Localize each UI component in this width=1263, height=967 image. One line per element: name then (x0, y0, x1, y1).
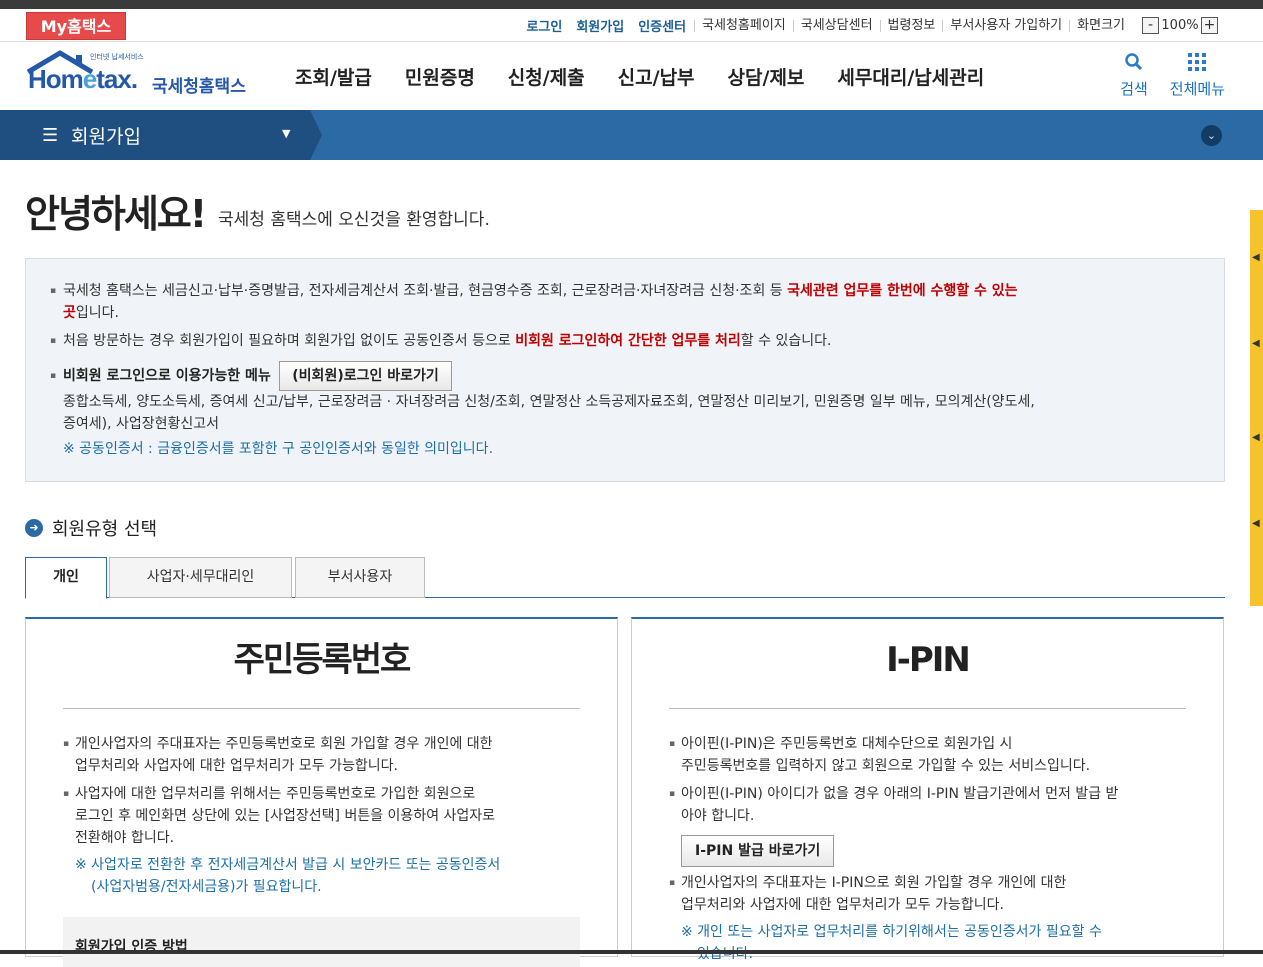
ipin-bullet-1: 아이핀(I-PIN)은 주민등록번호 대체수단으로 회원가입 시주민등록번호를 … (669, 733, 1090, 777)
zoom-control: - 100% + (1142, 17, 1218, 34)
law-info-link[interactable]: 법령정보 (879, 19, 943, 32)
triangle-left-icon: ◀ (1252, 338, 1260, 349)
resident-bullet-1: 개인사업자의 주대표자는 주민등록번호로 회원 가입할 경우 개인에 대한업무처… (63, 733, 493, 777)
breadcrumb-bar: ☰ 회원가입 ▼ ⌄ (0, 110, 1263, 160)
hometax-logo[interactable]: 인터넷 납세서비스 Hometax. 국세청홈택스 (24, 50, 254, 102)
header-icons: 검색 전체메뉴 (1098, 52, 1225, 99)
auth-method-box: 회원가입 인증 방법 (63, 917, 580, 967)
zoom-level: 100% (1161, 18, 1199, 33)
chevron-down-circle-icon[interactable]: ⌄ (1201, 125, 1222, 146)
search-icon (1125, 53, 1143, 71)
full-menu-label: 전체메뉴 (1169, 80, 1225, 98)
triangle-left-icon: ◀ (1252, 252, 1260, 263)
cert-center-link[interactable]: 인증센터 (638, 16, 686, 35)
window-bottom-edge (0, 950, 1263, 954)
divider (63, 708, 580, 709)
ipin-note: ※ 개인 또는 사업자로 업무처리를 하기위해서는 공동인증서가 필요할 수 있습… (681, 924, 1102, 962)
my-hometax-button[interactable]: My홈택스 (26, 12, 126, 40)
breadcrumb-arrow (310, 110, 322, 160)
breadcrumb-title[interactable]: 회원가입 (71, 122, 141, 149)
nav-civil-certificates[interactable]: 민원증명 (405, 63, 475, 90)
resident-number-card: 주민등록번호 개인사업자의 주대표자는 주민등록번호로 회원 가입할 경우 개인… (25, 617, 618, 967)
zoom-in-button[interactable]: + (1201, 17, 1218, 34)
info-bullet-3: 비회원 로그인으로 이용가능한 메뉴 (비회원)로그인 바로가기 (50, 360, 452, 392)
member-type-section-title: ➜ 회원유형 선택 (25, 515, 157, 541)
resident-number-title: 주민등록번호 (233, 640, 412, 680)
logo-korean-name: 국세청홈택스 (152, 77, 246, 97)
nav-apply-submit[interactable]: 신청/제출 (508, 63, 585, 90)
info-bullet-2: 처음 방문하는 경우 회원가입이 필요하며 회원가입 없이도 공동인증서 등으로… (50, 330, 831, 352)
ipin-title: I-PIN (886, 640, 971, 680)
auth-method-title: 회원가입 인증 방법 (75, 939, 188, 955)
member-type-tabs: 개인 사업자·세무대리인 부서사용자 (25, 557, 1225, 599)
nonmember-login-button[interactable]: (비회원)로그인 바로가기 (279, 361, 452, 391)
info-bullet-1: 국세청 홈택스는 세금신고·납부·증명발급, 전자세금계산서 조회·발급, 현금… (50, 280, 1213, 324)
resident-bullet-2: 사업자에 대한 업무처리를 위해서는 주민등록번호로 가입한 회원으로로그인 후… (63, 783, 495, 849)
main-header: 인터넷 납세서비스 Hometax. 국세청홈택스 조회/발급 민원증명 신청/… (0, 42, 1263, 110)
nts-homepage-link[interactable]: 국세청홈페이지 (694, 19, 793, 32)
triangle-left-icon: ◀ (1252, 518, 1260, 529)
nonmember-menu-label: 비회원 로그인으로 이용가능한 메뉴 (63, 368, 271, 384)
arrow-right-circle-icon: ➜ (25, 519, 43, 537)
divider (669, 708, 1186, 709)
nav-report-pay[interactable]: 신고/납부 (618, 63, 695, 90)
resident-note: ※ 사업자로 전환한 후 전자세금계산서 발급 시 보안카드 또는 공동인증서(… (75, 857, 501, 895)
greeting-subtitle: 국세청 홈택스에 오신것을 환영합니다. (218, 210, 490, 230)
ipin-card: I-PIN 아이핀(I-PIN)은 주민등록번호 대체수단으로 회원가입 시주민… (631, 617, 1224, 962)
nav-tax-agent[interactable]: 세무대리/납세관리 (837, 63, 984, 90)
nav-consult-report[interactable]: 상담/제보 (728, 63, 805, 90)
greeting-title: 안녕하세요! (25, 192, 207, 236)
full-menu-button[interactable]: 전체메뉴 (1170, 52, 1225, 99)
cert-note: ※ 공동인증서 : 금융인증서를 포함한 구 공인인증서와 동일한 의미입니다. (63, 441, 494, 457)
side-quick-tab[interactable]: ◀ ◀ ◀ ◀ (1250, 210, 1263, 606)
top-links: 로그인 회원가입 인증센터 국세청홈페이지 국세상담센터 법령정보 부서사용자 … (512, 9, 1218, 42)
zoom-out-button[interactable]: - (1142, 17, 1159, 34)
tab-individual[interactable]: 개인 (25, 557, 107, 599)
signup-link[interactable]: 회원가입 (576, 16, 624, 35)
ipin-bullet-3: 개인사업자의 주대표자는 I-PIN으로 회원 가입할 경우 개인에 대한업무처… (669, 872, 1066, 916)
caret-down-icon[interactable]: ▼ (282, 127, 290, 140)
logo-subtitle: 인터넷 납세서비스 (90, 53, 144, 61)
search-button[interactable]: 검색 (1120, 52, 1148, 99)
ipin-bullet-2: 아이핀(I-PIN) 아이디가 없을 경우 아래의 I-PIN 발급기관에서 먼… (669, 783, 1118, 827)
hamburger-icon[interactable]: ☰ (42, 125, 58, 146)
triangle-left-icon: ◀ (1252, 432, 1260, 443)
top-utility-bar: My홈택스 로그인 회원가입 인증센터 국세청홈페이지 국세상담센터 법령정보 … (0, 9, 1263, 42)
browser-top-strip (0, 0, 1263, 9)
main-navigation: 조회/발급 민원증명 신청/제출 신고/납부 상담/제보 세무대리/납세관리 (295, 42, 1017, 110)
nonmember-menu-list: 종합소득세, 양도소득세, 증여세 신고/납부, 근로장려금 · 자녀장려금 신… (63, 394, 1035, 432)
intro-info-box: 국세청 홈택스는 세금신고·납부·증명발급, 전자세금계산서 조회·발급, 현금… (25, 258, 1225, 482)
screen-size-label: 화면크기 (1069, 19, 1132, 32)
ipin-issue-button[interactable]: I-PIN 발급 바로가기 (681, 835, 835, 867)
search-label: 검색 (1120, 80, 1148, 98)
tax-consult-link[interactable]: 국세상담센터 (792, 19, 880, 32)
login-link[interactable]: 로그인 (526, 16, 562, 35)
tab-dept-user[interactable]: 부서사용자 (295, 557, 425, 598)
dept-user-signup-link[interactable]: 부서사용자 가입하기 (942, 19, 1069, 32)
grid-menu-icon (1188, 53, 1207, 71)
tab-business-agent[interactable]: 사업자·세무대리인 (109, 557, 292, 598)
nav-inquiry-issue[interactable]: 조회/발급 (295, 63, 372, 90)
logo-wordmark: Hometax. (28, 64, 138, 94)
